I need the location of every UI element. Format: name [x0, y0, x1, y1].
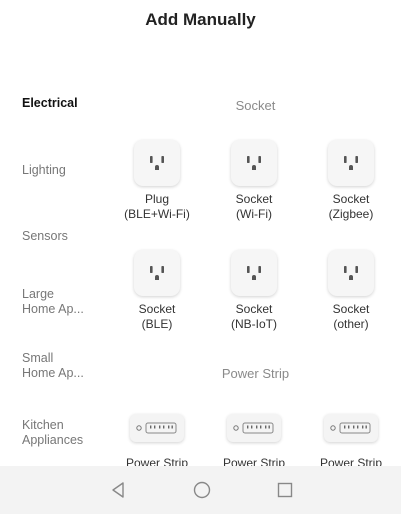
- socket-icon: [328, 250, 374, 296]
- device-item-socket-other[interactable]: Socket (other): [311, 250, 391, 332]
- power-strip-icon: [324, 414, 378, 442]
- power-strip-icon: [227, 414, 281, 442]
- category-label-line2: Home Ap...: [22, 366, 84, 380]
- recents-icon[interactable]: [273, 478, 297, 502]
- category-small-home-appliances[interactable]: Small Home Ap...: [22, 351, 112, 381]
- top-bar: Add Manually: [0, 0, 401, 40]
- device-label: Power Strip: [319, 456, 383, 466]
- back-icon[interactable]: [106, 478, 130, 502]
- device-item-socket-zigbee[interactable]: Socket (Zigbee): [311, 140, 391, 222]
- category-large-home-appliances[interactable]: Large Home Ap...: [22, 287, 112, 317]
- category-label: Large: [22, 287, 54, 301]
- device-label: Socket: [138, 302, 176, 316]
- device-item-socket-ble[interactable]: Socket (BLE): [117, 250, 197, 332]
- device-label: Socket: [235, 192, 273, 206]
- device-label: Power Strip: [222, 456, 286, 466]
- section-title-socket: Socket: [235, 98, 276, 113]
- category-label: Sensors: [22, 229, 68, 243]
- category-label-line2: Appliances: [22, 433, 84, 447]
- page-title: Add Manually: [145, 10, 256, 29]
- socket-icon: [328, 140, 374, 186]
- device-sublabel: (BLE): [141, 317, 173, 331]
- category-label-line2: Home Ap...: [22, 302, 84, 316]
- device-sublabel: (Wi-Fi): [236, 207, 272, 221]
- device-sublabel: (Zigbee): [328, 207, 374, 221]
- device-label: Socket: [235, 302, 273, 316]
- category-sensors[interactable]: Sensors: [22, 229, 112, 244]
- socket-icon: [134, 140, 180, 186]
- device-item-power-strip[interactable]: Power Strip: [117, 414, 197, 466]
- device-sublabel: (BLE+Wi-Fi): [124, 207, 190, 221]
- power-strip-icon: [130, 414, 184, 442]
- home-icon[interactable]: [190, 478, 214, 502]
- device-item-socket-nb-iot[interactable]: Socket (NB-IoT): [214, 250, 294, 332]
- device-label: Power Strip: [125, 456, 189, 466]
- category-label: Kitchen: [22, 418, 64, 432]
- category-kitchen-appliances[interactable]: Kitchen Appliances: [22, 418, 112, 448]
- device-item-power-strip[interactable]: Power Strip: [311, 414, 391, 466]
- socket-icon: [231, 250, 277, 296]
- device-label: Plug: [144, 192, 170, 206]
- category-label: Lighting: [22, 163, 66, 177]
- device-label: Socket: [332, 192, 370, 206]
- category-lighting[interactable]: Lighting: [22, 163, 112, 178]
- device-item-socket-wifi[interactable]: Socket (Wi-Fi): [214, 140, 294, 222]
- system-nav-bar: [0, 466, 401, 514]
- category-label: Small: [22, 351, 54, 365]
- device-sublabel: (other): [333, 317, 369, 331]
- device-item-power-strip[interactable]: Power Strip: [214, 414, 294, 466]
- device-label: Socket: [332, 302, 370, 316]
- section-title-power-strip: Power Strip: [221, 366, 290, 381]
- device-list: Socket Plug (BLE+Wi-Fi) Socket (Wi-Fi) Soc…: [110, 84, 401, 466]
- device-sublabel: (NB-IoT): [231, 317, 277, 331]
- socket-icon: [231, 140, 277, 186]
- category-electrical[interactable]: Electrical: [22, 96, 112, 111]
- socket-icon: [134, 250, 180, 296]
- device-item-plug-ble-wifi[interactable]: Plug (BLE+Wi-Fi): [117, 140, 197, 222]
- category-label: Electrical: [22, 96, 78, 110]
